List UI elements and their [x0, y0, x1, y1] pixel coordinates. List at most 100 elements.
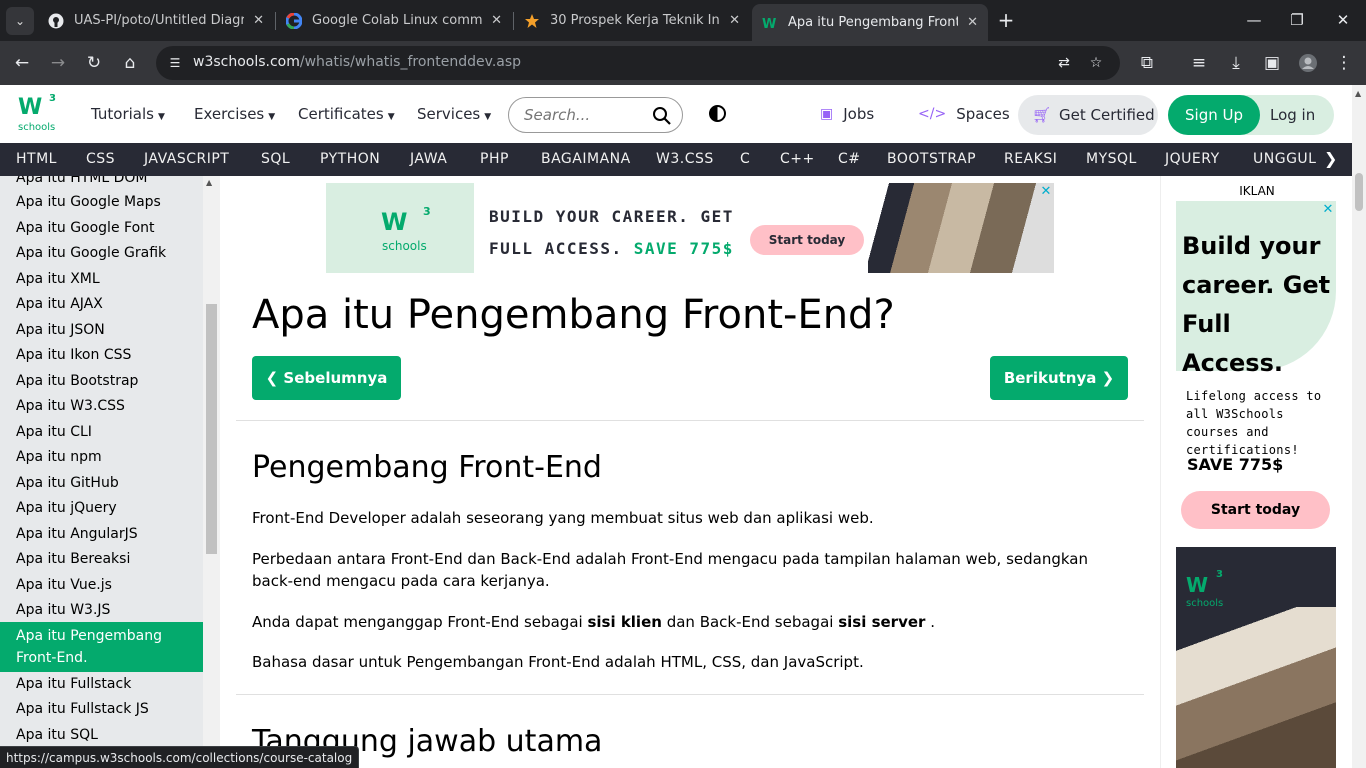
sidebar-item[interactable]: Apa itu Google Font [0, 217, 203, 239]
ad-logo-letter: W [381, 208, 408, 236]
home-icon[interactable]: ⌂ [117, 50, 143, 76]
site-info-icon[interactable]: ☰ [166, 54, 184, 72]
sidebar-item[interactable]: Apa itu HTML DOM [0, 176, 203, 189]
browser-menu-icon[interactable]: ⋮ [1331, 50, 1357, 76]
w3schools-logo[interactable]: W 3 schools [16, 93, 60, 135]
side-panel-icon[interactable]: ▣ [1259, 50, 1285, 76]
subnav-reaksi[interactable]: REAKSI [1004, 151, 1057, 167]
subnav-bagaimana[interactable]: BAGAIMANA [541, 151, 631, 167]
sidebar-item[interactable]: Apa itu Bootstrap [0, 370, 203, 392]
profile-avatar[interactable] [1295, 50, 1321, 76]
sidebar-item[interactable]: Apa itu AJAX [0, 293, 203, 315]
extensions-icon[interactable]: ⧉ [1134, 50, 1160, 76]
subnav-mysql[interactable]: MYSQL [1086, 151, 1137, 167]
sidebar-item[interactable]: Apa itu XML [0, 268, 203, 290]
ad-start-today-button[interactable]: Start today [750, 225, 864, 255]
close-window-button[interactable]: ✕ [1329, 8, 1357, 32]
nav-certificates[interactable]: Certificates ▼ [298, 105, 395, 123]
page-scroll-thumb[interactable] [1355, 173, 1363, 211]
sidebar-item[interactable]: Apa itu npm [0, 446, 203, 468]
nav-tutorials[interactable]: Tutorials ▼ [91, 105, 165, 123]
address-bar[interactable]: ☰ w3schools.com/whatis/whatis_frontendde… [156, 46, 1120, 80]
url-text[interactable]: w3schools.com/whatis/whatis_frontenddev.… [193, 54, 521, 70]
scroll-up-icon[interactable]: ▲ [1355, 89, 1361, 98]
next-button[interactable]: Berikutnya ❯ [990, 356, 1128, 400]
log-in-button[interactable]: Log in [1260, 95, 1334, 135]
search-icon[interactable] [652, 106, 672, 126]
sidebar-item[interactable]: Apa itu jQuery [0, 497, 203, 519]
subnav-c[interactable]: C [740, 151, 750, 167]
sidebar-item[interactable]: Apa itu W3.CSS [0, 395, 203, 417]
subject-nav: HTML CSS JAVASCRIPT SQL PYTHON JAWA PHP … [0, 143, 1352, 176]
close-icon[interactable]: ✕ [729, 13, 740, 28]
tab-search-button[interactable]: ⌄ [6, 7, 34, 35]
sidebar-item-active[interactable]: Apa itu Pengembang Front-End. [0, 622, 203, 672]
sidebar-item[interactable]: Apa itu CLI [0, 421, 203, 443]
subnav-csharp[interactable]: C# [838, 151, 861, 167]
nav-exercises[interactable]: Exercises ▼ [194, 105, 275, 123]
dark-mode-toggle-icon[interactable] [709, 105, 726, 122]
subnav-python[interactable]: PYTHON [320, 151, 380, 167]
get-certified-button[interactable]: 🛒︎ Get Certified [1018, 95, 1158, 135]
nav-services[interactable]: Services ▼ [417, 105, 491, 123]
close-icon[interactable]: ✕ [253, 13, 264, 28]
top-banner-ad[interactable]: W 3 schools BUILD YOUR CAREER. GET FULL … [326, 183, 1054, 273]
subnav-javascript[interactable]: JAVASCRIPT [144, 151, 229, 167]
download-icon[interactable]: ⤓ [1223, 50, 1249, 76]
tab-github[interactable]: UAS-PI/poto/Untitled Diagram ✕ [38, 4, 274, 37]
sidebar-item[interactable]: Apa itu Google Maps [0, 191, 203, 213]
search-input[interactable] [524, 105, 654, 125]
translate-icon[interactable]: ⇄ [1054, 53, 1074, 73]
sidebar-item[interactable]: Apa itu JSON [0, 319, 203, 341]
forward-icon[interactable]: → [45, 50, 71, 76]
ad-start-today-button[interactable]: Start today [1181, 491, 1330, 529]
search-box[interactable] [508, 97, 683, 133]
minimize-button[interactable]: — [1240, 8, 1268, 32]
subnav-php[interactable]: PHP [480, 151, 509, 167]
caret-down-icon: ▼ [387, 112, 395, 122]
sidebar-item[interactable]: Apa itu Ikon CSS [0, 344, 203, 366]
subnav-css[interactable]: CSS [86, 151, 115, 167]
sidebar-item[interactable]: Apa itu Google Grafik [0, 242, 203, 264]
subnav-unggul[interactable]: UNGGUL [1253, 151, 1316, 167]
close-icon[interactable]: ✕ [491, 13, 502, 28]
tab-google-colab[interactable]: Google Colab Linux commands ✕ [276, 4, 512, 37]
subnav-bootstrap[interactable]: BOOTSTRAP [887, 151, 976, 167]
sidebar-item[interactable]: Apa itu GitHub [0, 472, 203, 494]
sidebar-item[interactable]: Apa itu Fullstack JS [0, 698, 203, 720]
sign-up-button[interactable]: Sign Up [1168, 95, 1260, 135]
spaces-link[interactable]: </> Spaces [918, 105, 1010, 123]
sidebar-scroll-thumb[interactable] [206, 304, 217, 554]
chevron-right-icon[interactable]: ❯ [1324, 149, 1337, 168]
subnav-w3css[interactable]: W3.CSS [656, 151, 714, 167]
jobs-link[interactable]: ▣ Jobs [820, 105, 874, 123]
sidebar-item[interactable]: Apa itu AngularJS [0, 523, 203, 545]
back-icon[interactable]: ← [9, 50, 35, 76]
sidebar-item[interactable]: Apa itu Fullstack [0, 673, 203, 695]
scroll-up-icon[interactable]: ▲ [206, 178, 212, 187]
bookmark-star-icon[interactable]: ☆ [1086, 53, 1106, 73]
reading-list-icon[interactable]: ≡ [1186, 50, 1212, 76]
sidebar-item[interactable]: Apa itu SQL [0, 724, 203, 746]
tab-active-w3schools[interactable]: W Apa itu Pengembang Front-End ✕ [752, 4, 988, 41]
ad-close-icon[interactable]: ✕ [1038, 183, 1054, 199]
w3schools-icon: W [762, 15, 778, 31]
close-icon[interactable]: ✕ [967, 15, 978, 30]
reload-icon[interactable]: ↻ [81, 50, 107, 76]
subnav-cpp[interactable]: C++ [780, 151, 815, 167]
subnav-sql[interactable]: SQL [261, 151, 290, 167]
restore-button[interactable]: ❐ [1283, 8, 1311, 32]
tab-prospek-kerja[interactable]: 30 Prospek Kerja Teknik Informa ✕ [514, 4, 750, 37]
previous-button[interactable]: ❮ Sebelumnya [252, 356, 401, 400]
page-scrollbar[interactable]: ▲ [1352, 85, 1366, 768]
ad-close-icon[interactable]: ✕ [1320, 201, 1336, 217]
sidebar-item[interactable]: Apa itu Vue.js [0, 574, 203, 596]
side-ad-image[interactable]: W 3 schools [1176, 547, 1336, 768]
subnav-html[interactable]: HTML [16, 151, 57, 167]
sidebar-item[interactable]: Apa itu Bereaksi [0, 548, 203, 570]
sidebar-item[interactable]: Apa itu W3.JS [0, 599, 203, 621]
subnav-jawa[interactable]: JAWA [410, 151, 447, 167]
side-ad[interactable]: Build your career. Get Full Access. Life… [1176, 201, 1336, 542]
new-tab-button[interactable]: + [994, 8, 1018, 32]
subnav-jquery[interactable]: JQUERY [1165, 151, 1220, 167]
